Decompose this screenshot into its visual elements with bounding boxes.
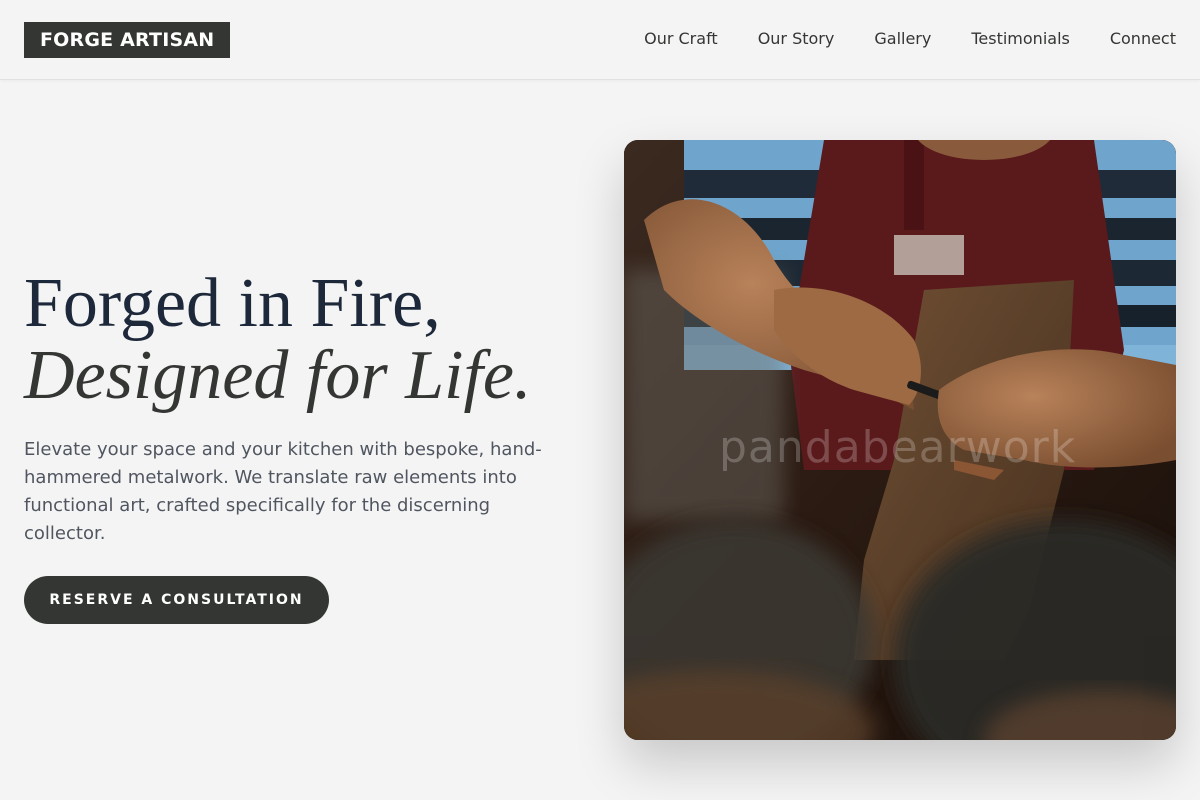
hero-title: Forged in Fire, Designed for Life.: [24, 268, 531, 412]
photo-watermark: pandabearwork: [719, 422, 1077, 473]
brand-logo[interactable]: FORGE ARTISAN: [24, 22, 231, 58]
main-nav: Our Craft Our Story Gallery Testimonials…: [644, 28, 1176, 50]
nav-link-gallery[interactable]: Gallery: [874, 28, 931, 50]
nav-link-our-craft[interactable]: Our Craft: [644, 28, 718, 50]
nav-link-connect[interactable]: Connect: [1110, 28, 1176, 50]
nav-link-testimonials[interactable]: Testimonials: [971, 28, 1070, 50]
nav-link-our-story[interactable]: Our Story: [758, 28, 835, 50]
hero-title-line-1: Forged in Fire,: [24, 265, 441, 342]
hero-image: pandabearwork: [624, 140, 1176, 740]
hero-title-line-2: Designed for Life.: [24, 337, 532, 414]
reserve-consultation-button[interactable]: RESERVE A CONSULTATION: [24, 576, 329, 624]
hero-description: Elevate your space and your kitchen with…: [24, 439, 542, 544]
site-header: FORGE ARTISAN Our Craft Our Story Galler…: [0, 0, 1200, 80]
